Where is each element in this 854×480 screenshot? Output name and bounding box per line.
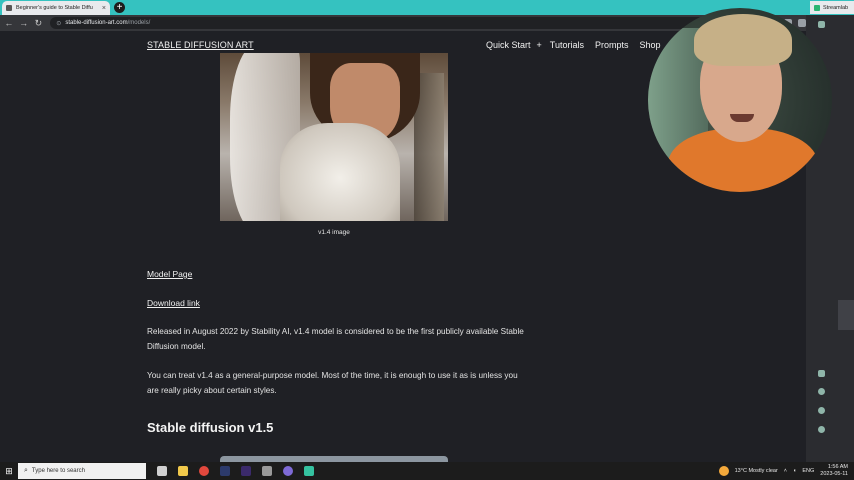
streamlabs-tab[interactable]: Streamlab (810, 1, 854, 14)
webcam-overlay (648, 8, 832, 192)
paragraph-usage: You can treat v1.4 as a general-purpose … (147, 371, 518, 395)
windows-taskbar: ⊞ ⌕ Type here to search 13°C Mostly clea… (0, 462, 854, 480)
download-link[interactable]: Download link (147, 298, 200, 308)
new-tab-button[interactable]: + (114, 2, 125, 13)
weather-text[interactable]: 13°C Mostly clear (735, 468, 778, 474)
discord-icon[interactable] (283, 466, 293, 476)
streamlabs-taskbar-icon[interactable] (304, 466, 314, 476)
nav-quick-start[interactable]: Quick Start (486, 40, 531, 50)
premiere-icon[interactable] (241, 466, 251, 476)
image-caption: v1.4 image (318, 229, 350, 236)
nav-prompts[interactable]: Prompts (595, 40, 629, 50)
side-panel-icon[interactable] (818, 21, 825, 28)
taskbar-search-placeholder: Type here to search (31, 468, 85, 474)
system-tray: 13°C Mostly clear ˄ ◖ ENG 1:56 AM 2023-0… (718, 462, 848, 480)
close-tab-icon[interactable]: × (102, 5, 106, 12)
heading-v15: Stable diffusion v1.5 (147, 420, 274, 435)
start-button-icon[interactable]: ⊞ (0, 462, 18, 480)
clock-time: 1:56 AM (827, 464, 848, 470)
reload-button[interactable]: ↻ (33, 17, 45, 29)
link-icon[interactable] (818, 370, 825, 377)
forward-button[interactable]: → (18, 17, 30, 29)
tray-chevron-icon[interactable]: ˄ (784, 468, 787, 474)
language-indicator[interactable]: ENG (802, 468, 814, 474)
nav-tutorials[interactable]: Tutorials (550, 40, 584, 50)
expand-menu-icon[interactable]: + (537, 40, 542, 50)
webcam-hair (694, 14, 792, 66)
model-page-link[interactable]: Model Page (147, 269, 192, 279)
url-path: /models/ (127, 20, 151, 26)
site-favicon-icon (6, 5, 12, 11)
app-icon[interactable] (262, 466, 272, 476)
weather-icon[interactable] (718, 466, 729, 476)
paragraph-release: Released in August 2022 by Stability AI,… (147, 327, 524, 351)
site-nav: Quick Start + Tutorials Prompts Shop (486, 40, 661, 50)
browser-tab-active[interactable]: Beginner's guide to Stable Diffu × (2, 1, 110, 15)
image-dress (280, 123, 400, 221)
volume-icon[interactable]: ◖ (793, 468, 796, 474)
back-button[interactable]: ← (3, 17, 15, 29)
tab-title: Beginner's guide to Stable Diffu (16, 5, 93, 11)
site-logo-link[interactable]: STABLE DIFFUSION ART (147, 40, 254, 50)
file-explorer-icon[interactable] (178, 466, 188, 476)
url-host: stable-diffusion-art.com (65, 20, 128, 26)
site-info-icon[interactable]: ⊙ (56, 20, 61, 27)
settings-icon[interactable] (818, 388, 825, 395)
v14-sample-image (220, 53, 448, 221)
record-icon[interactable] (818, 407, 825, 414)
clock[interactable]: 1:56 AM 2023-05-11 (820, 464, 848, 478)
clock-date: 2023-05-11 (820, 471, 848, 477)
search-icon: ⌕ (24, 467, 28, 474)
scroll-edge (838, 300, 854, 330)
photoshop-icon[interactable] (220, 466, 230, 476)
task-view-icon[interactable] (157, 466, 167, 476)
profile-icon[interactable] (798, 19, 806, 27)
taskbar-search[interactable]: ⌕ Type here to search (18, 463, 146, 479)
chrome-icon[interactable] (199, 466, 209, 476)
screen: Beginner's guide to Stable Diffu × + Str… (0, 0, 854, 480)
user-icon[interactable] (818, 426, 825, 433)
streamlabs-icon (814, 4, 820, 11)
streamlabs-tab-title: Streamlab (823, 4, 849, 11)
